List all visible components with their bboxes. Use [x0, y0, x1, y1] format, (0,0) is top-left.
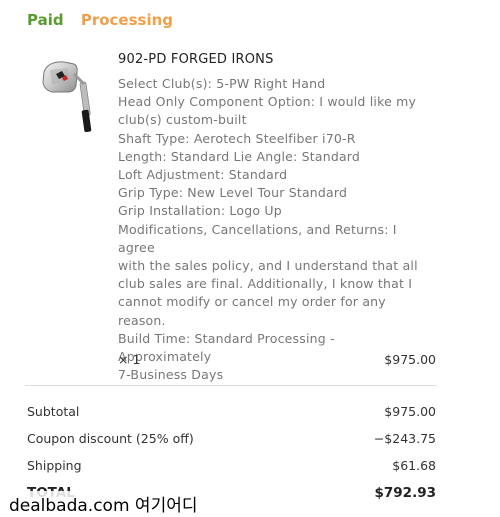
order-status-row: Paid Processing [27, 11, 173, 29]
item-option-line: Length: Standard Lie Angle: Standard [118, 148, 361, 164]
item-option-line: Grip Installation: Logo Up [118, 203, 282, 219]
item-option-line: Head Only Component Option: I would like… [118, 94, 417, 110]
item-options: Select Club(s): 5-PW Right Hand Head Onl… [118, 75, 423, 384]
item-option-line: Modifications, Cancellations, and Return… [118, 221, 397, 255]
item-option-line: Select Club(s): 5-PW Right Hand [118, 76, 326, 91]
shipping-label: Shipping [27, 458, 82, 473]
watermark-text: dealbada.com 여기어디 [6, 491, 201, 516]
subtotal-label: Subtotal [27, 404, 80, 419]
item-quantity: × 1 [118, 352, 141, 367]
item-option-line: reason. [118, 312, 166, 328]
summary-divider [25, 385, 437, 386]
shipping-value: $61.68 [392, 458, 436, 473]
item-option-line: Loft Adjustment: Standard [118, 167, 288, 183]
golf-iron-thumbnail [38, 58, 102, 134]
item-option-line: 7-Business Days [118, 367, 224, 383]
total-value: $792.93 [374, 485, 437, 501]
coupon-value: −$243.75 [373, 431, 436, 446]
item-option-line: Build Time: Standard Processing - Approx… [118, 330, 335, 365]
paid-status-label: Paid [27, 11, 64, 29]
processing-status-label: Processing [80, 11, 174, 29]
coupon-label: Coupon discount (25% off) [27, 431, 194, 446]
item-option-line: Shaft Type: Aerotech Steelfiber i70-R [118, 130, 356, 146]
subtotal-value: $975.00 [384, 404, 436, 419]
item-option-line: club sales are final. Additionally, I kn… [118, 276, 413, 292]
item-title: 902-PD FORGED IRONS [118, 52, 274, 67]
item-price: $975.00 [384, 352, 436, 367]
item-option-line: cannot modify or cancel my order for any [118, 294, 386, 310]
item-option-line: with the sales policy, and I understand … [118, 258, 418, 274]
item-option-line: Grip Type: New Level Tour Standard [118, 185, 348, 201]
item-option-line: club(s) custom-built [118, 112, 247, 128]
